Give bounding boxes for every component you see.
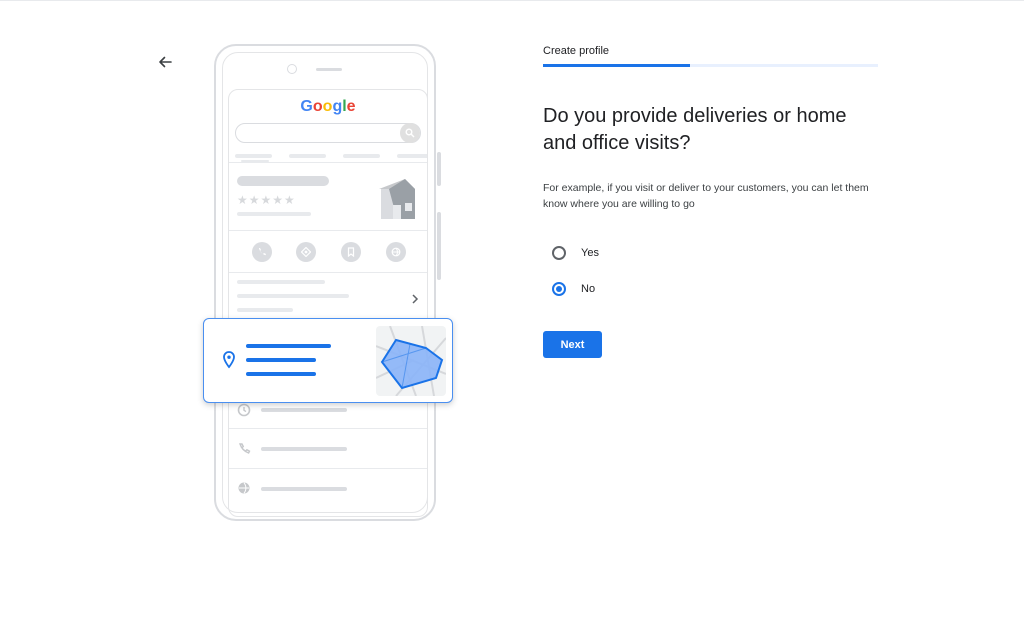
phone-screen: Google ★★★★★ — [228, 89, 428, 517]
search-bar-illustration — [235, 123, 421, 143]
progress-bar — [543, 64, 878, 67]
next-button[interactable]: Next — [543, 331, 602, 358]
radio-button-yes[interactable] — [552, 246, 566, 260]
chevron-right-icon — [411, 291, 419, 307]
question-description: For example, if you visit or deliver to … — [543, 182, 869, 210]
phone-frame: Google ★★★★★ — [214, 44, 436, 521]
top-divider — [0, 0, 1024, 1]
map-icon — [376, 326, 446, 396]
radio-label-yes: Yes — [581, 247, 599, 259]
business-name-placeholder — [237, 176, 329, 186]
progress-bar-fill — [543, 64, 691, 67]
location-pin-icon — [223, 351, 235, 369]
bookmark-icon — [341, 242, 361, 262]
store-icon — [379, 179, 415, 219]
radio-button-no[interactable] — [552, 282, 566, 296]
phone-speaker — [316, 68, 342, 71]
google-logo: Google — [300, 98, 356, 115]
radio-option-no[interactable]: No — [552, 282, 595, 296]
service-area-card — [203, 318, 453, 403]
globe-icon — [238, 482, 250, 494]
arrow-back-icon — [159, 56, 172, 68]
search-icon — [400, 123, 420, 143]
radio-option-yes[interactable]: Yes — [552, 246, 599, 260]
clock-icon — [237, 403, 251, 417]
phone-side-button — [437, 152, 441, 186]
phone-camera — [287, 64, 297, 74]
phone-illustration: Google ★★★★★ — [200, 40, 460, 530]
rating-stars: ★★★★★ — [237, 193, 296, 207]
phone-side-button — [437, 212, 441, 280]
step-label: Create profile — [543, 45, 610, 57]
phone-icon — [239, 443, 251, 454]
question-heading: Do you provide deliveries or home and of… — [543, 105, 847, 154]
directions-icon — [296, 242, 316, 262]
back-button[interactable] — [152, 50, 178, 74]
phone-icon — [252, 242, 272, 262]
radio-label-no: No — [581, 283, 596, 295]
globe-icon — [386, 242, 406, 262]
